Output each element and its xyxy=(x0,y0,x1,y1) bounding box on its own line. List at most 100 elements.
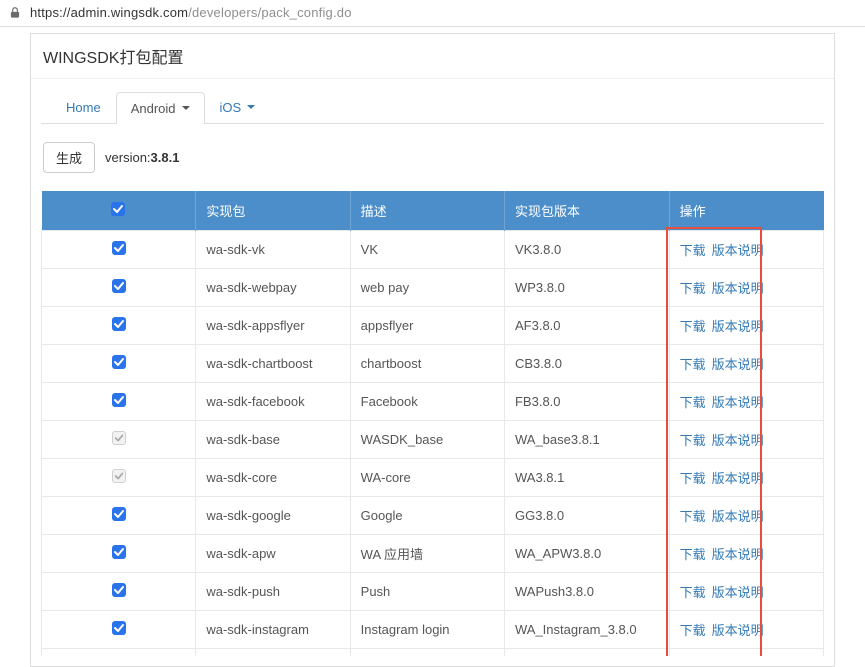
tab-label: Home xyxy=(66,100,101,115)
download-link[interactable]: 下载 xyxy=(680,506,706,525)
cell-desc: Twitter login xyxy=(350,648,504,656)
release-notes-link[interactable]: 版本说明 xyxy=(712,620,764,639)
cell-package: wa-sdk-base xyxy=(196,420,350,458)
cell-desc: WASDK_base xyxy=(350,420,504,458)
download-link[interactable]: 下载 xyxy=(680,392,706,411)
col-version: 实现包版本 xyxy=(504,191,669,231)
platform-tabs: Home Android iOS xyxy=(41,79,824,124)
row-checkbox xyxy=(112,469,126,483)
cell-package: wa-sdk-instagram xyxy=(196,610,350,648)
release-notes-link[interactable]: 版本说明 xyxy=(712,544,764,563)
cell-desc: Push xyxy=(350,572,504,610)
row-checkbox[interactable] xyxy=(112,279,126,293)
row-checkbox[interactable] xyxy=(112,583,126,597)
cell-version: WP3.8.0 xyxy=(504,268,669,306)
download-link[interactable]: 下载 xyxy=(680,544,706,563)
table-row: wa-sdk-vkVKVK3.8.0下载版本说明 xyxy=(42,230,824,268)
table-row: wa-sdk-appsflyerappsflyerAF3.8.0下载版本说明 xyxy=(42,306,824,344)
cell-package: wa-sdk-push xyxy=(196,572,350,610)
cell-version: WA_base3.8.1 xyxy=(504,420,669,458)
cell-desc: VK xyxy=(350,230,504,268)
row-checkbox[interactable] xyxy=(112,393,126,407)
cell-actions: 下载版本说明 xyxy=(669,572,823,610)
cell-actions: 下载版本说明 xyxy=(669,458,823,496)
browser-url-bar: https://admin.wingsdk.com/developers/pac… xyxy=(0,0,865,27)
download-link[interactable]: 下载 xyxy=(680,240,706,259)
chevron-down-icon xyxy=(247,105,255,109)
cell-version: WA_Twitter_3.8.0 xyxy=(504,648,669,656)
cell-version: WA_APW3.8.0 xyxy=(504,534,669,572)
cell-version: WA_Instagram_3.8.0 xyxy=(504,610,669,648)
download-link[interactable]: 下载 xyxy=(680,620,706,639)
url-text[interactable]: https://admin.wingsdk.com/developers/pac… xyxy=(30,5,352,20)
cell-version: GG3.8.0 xyxy=(504,496,669,534)
generate-button[interactable]: 生成 xyxy=(43,142,95,173)
table-scroll[interactable]: 实现包 描述 实现包版本 操作 wa-sdk-vkVKVK3.8.0下载版本说明… xyxy=(41,191,824,656)
download-link[interactable]: 下载 xyxy=(680,316,706,335)
row-checkbox[interactable] xyxy=(112,545,126,559)
tab-label: Android xyxy=(131,101,176,116)
release-notes-link[interactable]: 版本说明 xyxy=(712,506,764,525)
tab-ios[interactable]: iOS xyxy=(205,91,271,123)
cell-package: wa-sdk-webpay xyxy=(196,268,350,306)
cell-desc: Instagram login xyxy=(350,610,504,648)
cell-desc: web pay xyxy=(350,268,504,306)
release-notes-link[interactable]: 版本说明 xyxy=(712,582,764,601)
table-row: wa-sdk-facebookFacebookFB3.8.0下载版本说明 xyxy=(42,382,824,420)
cell-desc: WA-core xyxy=(350,458,504,496)
row-checkbox[interactable] xyxy=(112,355,126,369)
table-row: wa-sdk-pushPushWAPush3.8.0下载版本说明 xyxy=(42,572,824,610)
table-row: wa-sdk-chartboostchartboostCB3.8.0下载版本说明 xyxy=(42,344,824,382)
table-row: wa-sdk-twitterTwitter loginWA_Twitter_3.… xyxy=(42,648,824,656)
download-link[interactable]: 下载 xyxy=(680,430,706,449)
cell-actions: 下载版本说明 xyxy=(669,610,823,648)
chevron-down-icon xyxy=(182,106,190,110)
row-checkbox[interactable] xyxy=(112,241,126,255)
checkbox-all[interactable] xyxy=(111,202,125,216)
download-link[interactable]: 下载 xyxy=(680,582,706,601)
table-header-row: 实现包 描述 实现包版本 操作 xyxy=(42,191,824,231)
panel-title: WINGSDK打包配置 xyxy=(31,34,834,79)
release-notes-link[interactable]: 版本说明 xyxy=(712,316,764,335)
col-package: 实现包 xyxy=(196,191,350,231)
cell-actions: 下载版本说明 xyxy=(669,306,823,344)
download-link[interactable]: 下载 xyxy=(680,278,706,297)
release-notes-link[interactable]: 版本说明 xyxy=(712,468,764,487)
cell-actions: 下载版本说明 xyxy=(669,268,823,306)
tab-home[interactable]: Home xyxy=(51,91,116,123)
lock-icon xyxy=(8,6,22,20)
release-notes-link[interactable]: 版本说明 xyxy=(712,278,764,297)
release-notes-link[interactable]: 版本说明 xyxy=(712,392,764,411)
cell-package: wa-sdk-vk xyxy=(196,230,350,268)
release-notes-link[interactable]: 版本说明 xyxy=(712,240,764,259)
cell-version: FB3.8.0 xyxy=(504,382,669,420)
cell-version: WAPush3.8.0 xyxy=(504,572,669,610)
row-checkbox[interactable] xyxy=(112,621,126,635)
row-checkbox[interactable] xyxy=(112,317,126,331)
cell-version: CB3.8.0 xyxy=(504,344,669,382)
cell-actions: 下载版本说明 xyxy=(669,420,823,458)
version-label: version:3.8.1 xyxy=(105,150,179,165)
cell-version: AF3.8.0 xyxy=(504,306,669,344)
table-row: wa-sdk-apwWA 应用墙WA_APW3.8.0下载版本说明 xyxy=(42,534,824,572)
row-checkbox[interactable] xyxy=(112,507,126,521)
cell-package: wa-sdk-chartboost xyxy=(196,344,350,382)
packages-table: 实现包 描述 实现包版本 操作 wa-sdk-vkVKVK3.8.0下载版本说明… xyxy=(41,191,824,656)
cell-actions: 下载版本说明 xyxy=(669,382,823,420)
cell-actions: 下载版本说明 xyxy=(669,534,823,572)
cell-package: wa-sdk-twitter xyxy=(196,648,350,656)
cell-actions: 下载版本说明 xyxy=(669,230,823,268)
table-row: wa-sdk-coreWA-coreWA3.8.1下载版本说明 xyxy=(42,458,824,496)
release-notes-link[interactable]: 版本说明 xyxy=(712,354,764,373)
tab-android[interactable]: Android xyxy=(116,92,205,124)
cell-version: WA3.8.1 xyxy=(504,458,669,496)
config-panel: WINGSDK打包配置 Home Android iOS 生成 version:3.… xyxy=(30,33,835,667)
cell-package: wa-sdk-apw xyxy=(196,534,350,572)
download-link[interactable]: 下载 xyxy=(680,468,706,487)
download-link[interactable]: 下载 xyxy=(680,354,706,373)
cell-package: wa-sdk-google xyxy=(196,496,350,534)
table-container: 实现包 描述 实现包版本 操作 wa-sdk-vkVKVK3.8.0下载版本说明… xyxy=(41,191,824,656)
cell-actions: 下载版本说明 xyxy=(669,496,823,534)
cell-package: wa-sdk-appsflyer xyxy=(196,306,350,344)
release-notes-link[interactable]: 版本说明 xyxy=(712,430,764,449)
